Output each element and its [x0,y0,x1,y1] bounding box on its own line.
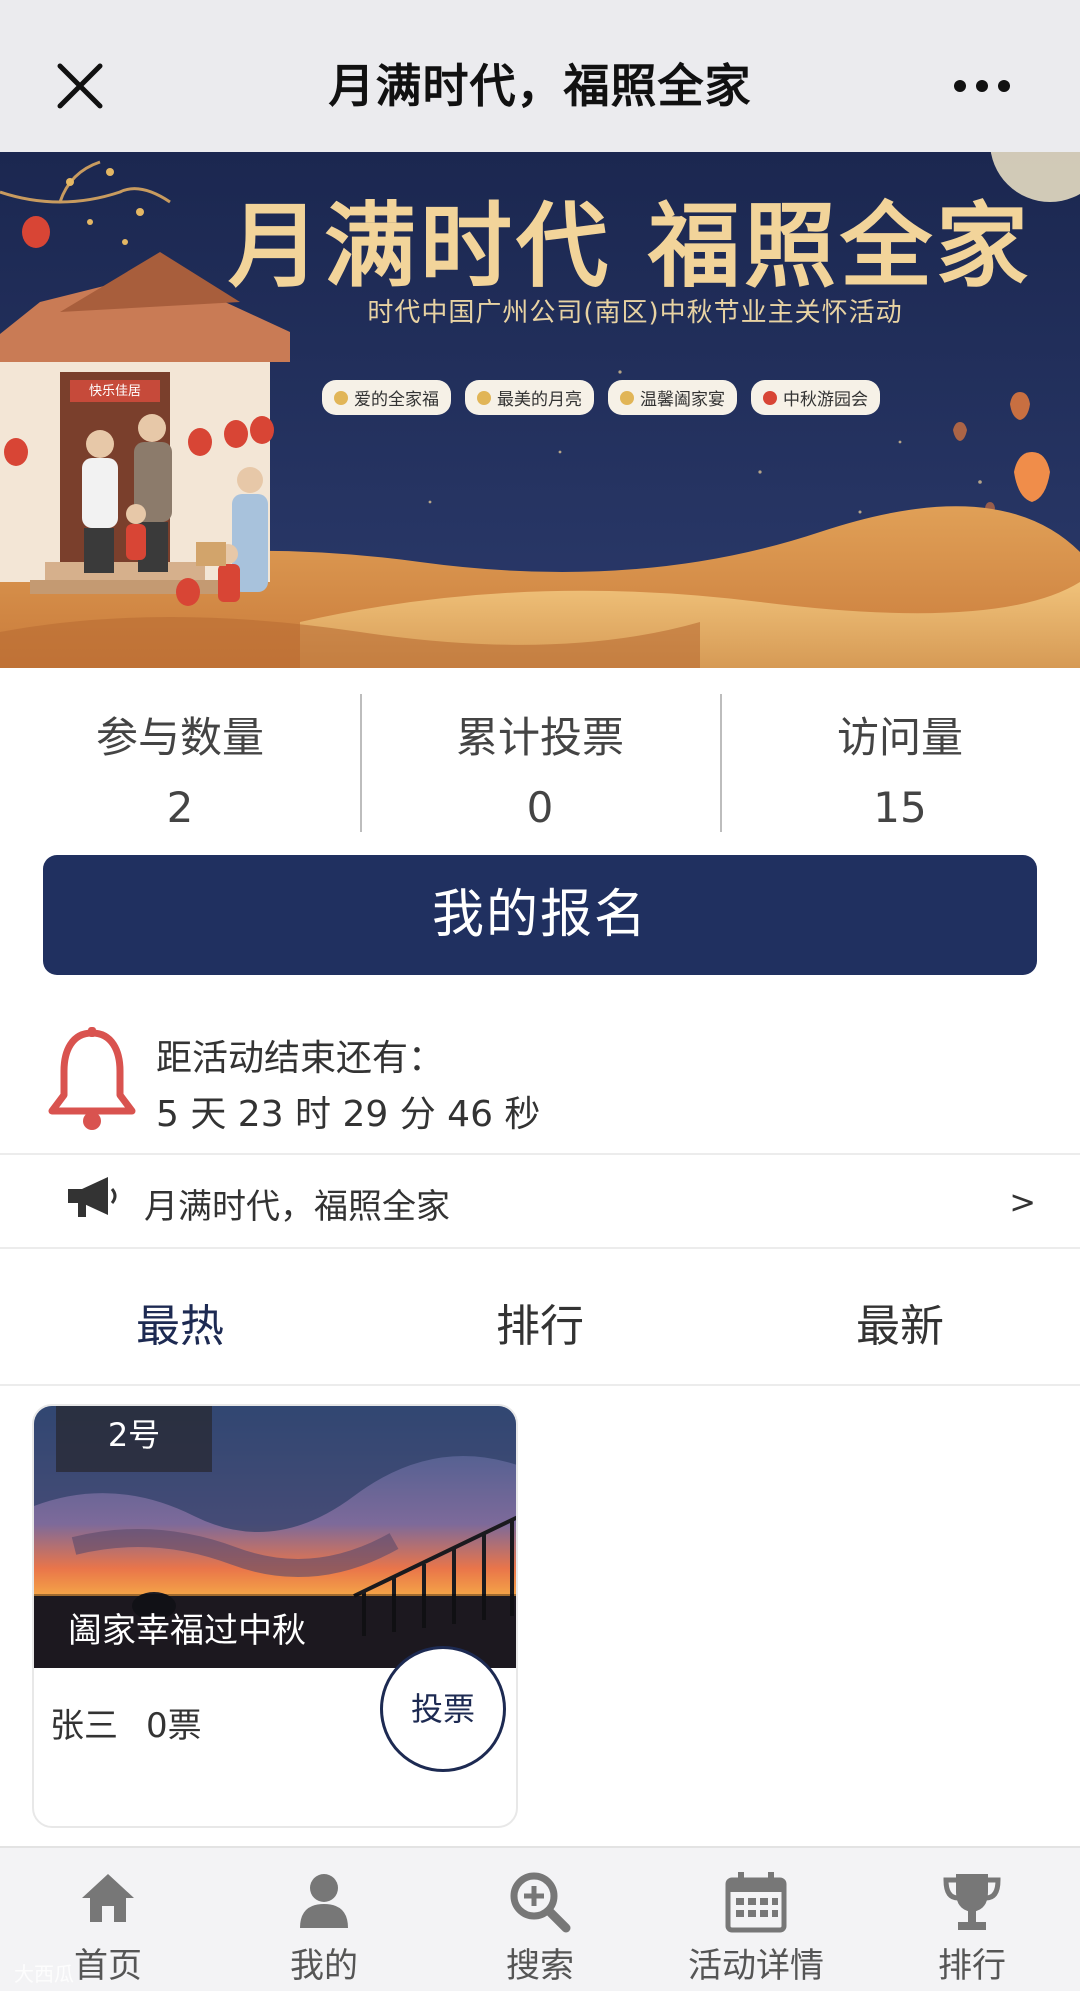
entry-owner: 张三 [50,1706,118,1746]
user-icon [300,1874,348,1928]
stat-visits: 访问量 15 [720,668,1080,848]
stat-label: 参与数量 [95,713,264,762]
event-banner: 月满时代 福照全家 时代中国广州公司(南区)中秋节业主关怀活动 爱的全家福 最美… [0,152,1080,668]
nav-search[interactable]: 搜索 [432,1848,648,1991]
door-sign: 快乐佳居 [88,384,141,399]
banner-title: 月满时代 福照全家 [227,192,1033,300]
entry-photo[interactable]: 2号 阖家幸福过中秋 [34,1406,516,1668]
stat-participants: 参与数量 2 [0,668,360,848]
chip-icon [620,390,634,405]
home-icon [82,1874,134,1922]
notice-text: 月满时代，福照全家 [144,1187,450,1227]
chip-icon [477,390,491,405]
megaphone-icon [68,1177,117,1217]
entry-vote-count: 0票 [146,1706,202,1746]
notice-bar[interactable]: 月满时代，福照全家 > [0,1155,1080,1247]
chip-icon [334,390,348,405]
nav-label: 活动详情 [688,1946,824,1986]
watermark-text: 大西瓜 [14,1962,74,1986]
nav-label: 我的 [290,1946,358,1986]
close-icon[interactable] [52,58,108,114]
banner-chip: 爱的全家福 [322,380,451,415]
stat-total-votes: 累计投票 0 [360,668,720,848]
search-icon [510,1872,571,1933]
nav-ranking[interactable]: 排行 [864,1848,1080,1991]
nav-label: 搜索 [506,1946,574,1986]
stat-value: 2 [166,783,194,832]
page-title: 月满时代，福照全家 [328,59,752,113]
stat-value: 15 [873,783,927,832]
countdown-time: 5 天 23 时 29 分 46 秒 [156,1094,541,1135]
trophy-icon [943,1874,1001,1930]
banner-chip: 最美的月亮 [465,380,594,415]
tab-hottest[interactable]: 最热 [0,1270,360,1384]
stat-value: 0 [526,783,554,832]
divider [0,1247,1080,1249]
banner-chip: 温馨阖家宴 [608,380,737,415]
bell-icon [48,1027,136,1130]
banner-chip: 中秋游园会 [751,380,880,415]
more-dots-icon[interactable] [926,66,1036,106]
tab-newest[interactable]: 最新 [720,1270,1080,1384]
stat-label: 访问量 [836,713,963,762]
stats-row: 参与数量 2 累计投票 0 访问量 15 [0,668,1080,848]
bottom-nav: 首页 我的 搜索 活动详情 排行 [0,1846,1080,1991]
entry-number-badge: 2号 [56,1406,212,1472]
entry-card[interactable]: 2号 阖家幸福过中秋 张三 0票 投票 [32,1404,518,1828]
chevron-right-icon: > [1009,1183,1036,1221]
top-bar: 月满时代，福照全家 [0,0,1080,152]
countdown-panel: 距活动结束还有： 5 天 23 时 29 分 46 秒 [0,1005,1080,1153]
countdown-label: 距活动结束还有： [156,1038,445,1079]
divider [0,1384,1080,1386]
calendar-icon [725,1872,787,1933]
nav-event-details[interactable]: 活动详情 [648,1848,864,1991]
nav-mine[interactable]: 我的 [216,1848,432,1991]
sort-tabs: 最热 排行 最新 [0,1270,1080,1384]
nav-label: 排行 [938,1946,1006,1986]
chip-icon [763,390,777,405]
stat-label: 累计投票 [455,713,624,762]
tab-ranking[interactable]: 排行 [360,1270,720,1384]
banner-subtitle: 时代中国广州公司(南区)中秋节业主关怀活动 [367,298,903,328]
my-signup-button[interactable]: 我的报名 [43,855,1037,975]
vote-button[interactable]: 投票 [380,1646,506,1772]
banner-chips: 爱的全家福 最美的月亮 温馨阖家宴 中秋游园会 [322,380,880,415]
